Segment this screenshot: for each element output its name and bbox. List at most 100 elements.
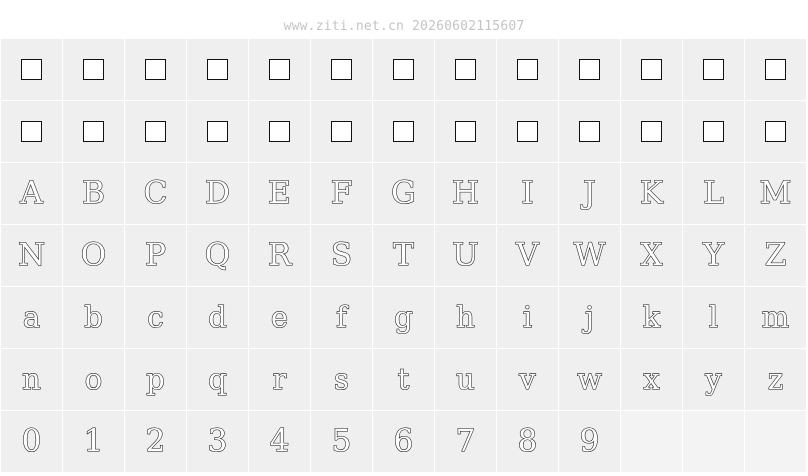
glyph-cell: l (683, 287, 744, 348)
glyph-cell: a (1, 287, 62, 348)
glyph-char: U (452, 237, 479, 273)
glyph-char: w (577, 362, 603, 396)
missing-glyph-box (393, 121, 414, 142)
missing-glyph-box (579, 59, 600, 80)
glyph-cell: u (435, 349, 496, 410)
missing-glyph-box (269, 59, 290, 80)
missing-glyph-box (641, 59, 662, 80)
glyph-char: R (267, 237, 292, 273)
glyph-cell: e (249, 287, 310, 348)
glyph-cell: T (373, 225, 434, 286)
glyph-cell (311, 39, 372, 100)
glyph-cell: s (311, 349, 372, 410)
glyph-char: Q (204, 237, 231, 273)
glyph-char: J (583, 175, 597, 211)
glyph-char: x (643, 362, 660, 396)
glyph-char: 9 (579, 423, 600, 459)
glyph-cell (249, 39, 310, 100)
missing-glyph-box (517, 59, 538, 80)
missing-glyph-box (765, 121, 786, 142)
glyph-char: S (330, 237, 353, 273)
glyph-cell (497, 101, 558, 162)
glyph-cell (683, 101, 744, 162)
glyph-cell: g (373, 287, 434, 348)
glyph-cell (1, 101, 62, 162)
glyph-char: V (516, 237, 540, 273)
glyph-cell: W (559, 225, 620, 286)
missing-glyph-box (145, 59, 166, 80)
glyph-cell: Y (683, 225, 744, 286)
glyph-cell: R (249, 225, 310, 286)
glyph-cell: U (435, 225, 496, 286)
glyph-cell: w (559, 349, 620, 410)
glyph-grid: A B C D E F GH I J K LM NO P QR S T U VWX Y Za b c d e f g h i j k l m n… (1, 39, 807, 472)
glyph-char: k (642, 300, 661, 334)
glyph-cell: H (435, 163, 496, 224)
glyph-cell (373, 39, 434, 100)
glyph-cell: G (373, 163, 434, 224)
glyph-char: 4 (269, 423, 290, 459)
glyph-cell: 7 (435, 411, 496, 472)
glyph-char: E (268, 175, 292, 211)
missing-glyph-box (703, 59, 724, 80)
glyph-char: K (639, 175, 664, 211)
glyph-cell: k (621, 287, 682, 348)
glyph-char: n (22, 362, 42, 396)
glyph-cell: y (683, 349, 744, 410)
glyph-char: W (573, 237, 606, 273)
glyph-char: G (391, 175, 417, 211)
glyph-cell: q (187, 349, 248, 410)
glyph-cell: X (621, 225, 682, 286)
glyph-cell: o (63, 349, 124, 410)
glyph-cell (435, 39, 496, 100)
glyph-char: g (394, 300, 414, 334)
missing-glyph-box (331, 121, 352, 142)
glyph-char: d (208, 300, 228, 334)
glyph-cell: J (559, 163, 620, 224)
glyph-char: i (522, 300, 533, 334)
glyph-char: m (761, 300, 790, 334)
glyph-cell (63, 39, 124, 100)
glyph-cell: C (125, 163, 186, 224)
glyph-char: p (146, 362, 166, 396)
glyph-cell: M (745, 163, 806, 224)
missing-glyph-box (579, 121, 600, 142)
glyph-char: I (521, 175, 534, 211)
glyph-char: B (82, 175, 106, 211)
glyph-cell (373, 101, 434, 162)
glyph-char: c (147, 300, 164, 334)
glyph-char: o (84, 362, 103, 396)
glyph-cell (187, 39, 248, 100)
glyph-char: t (397, 362, 410, 396)
glyph-cell: K (621, 163, 682, 224)
glyph-cell: t (373, 349, 434, 410)
glyph-char: C (143, 175, 168, 211)
glyph-cell: 5 (311, 411, 372, 472)
glyph-char: j (584, 300, 594, 334)
missing-glyph-box (455, 59, 476, 80)
glyph-cell: r (249, 349, 310, 410)
empty-cell (745, 411, 806, 472)
glyph-cell: E (249, 163, 310, 224)
glyph-cell: 3 (187, 411, 248, 472)
glyph-char: s (334, 362, 350, 396)
glyph-char: 7 (455, 423, 476, 459)
glyph-cell: S (311, 225, 372, 286)
glyph-cell: O (63, 225, 124, 286)
glyph-cell: F (311, 163, 372, 224)
glyph-char: N (17, 237, 46, 273)
glyph-cell (1, 39, 62, 100)
missing-glyph-box (269, 121, 290, 142)
glyph-cell: z (745, 349, 806, 410)
glyph-char: A (20, 175, 44, 211)
empty-cell (683, 411, 744, 472)
glyph-cell: 6 (373, 411, 434, 472)
glyph-char: T (393, 237, 415, 273)
watermark-text: www.ziti.net.cn 20260602115607 (283, 19, 525, 34)
glyph-cell: h (435, 287, 496, 348)
glyph-cell (621, 101, 682, 162)
glyph-char: 2 (145, 423, 166, 459)
glyph-cell: f (311, 287, 372, 348)
glyph-cell: L (683, 163, 744, 224)
glyph-cell (559, 101, 620, 162)
